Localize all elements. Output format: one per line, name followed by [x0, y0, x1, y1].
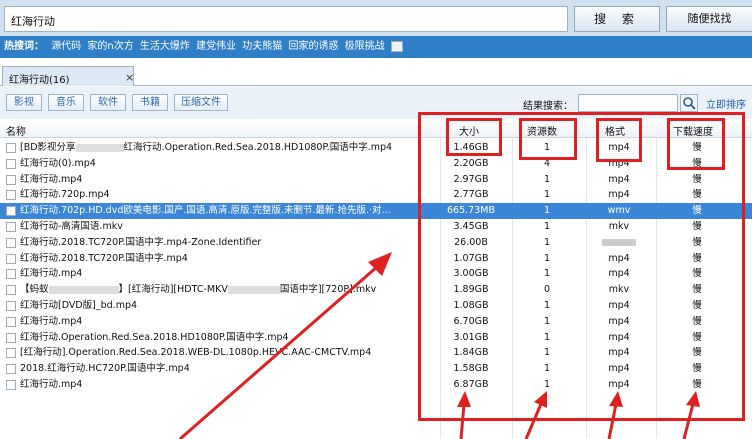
file-name: 红海行动.Operation.Red.Sea.2018.HD1080P.国语中字… [20, 331, 289, 343]
tab-label: 红海行动(16) [9, 75, 70, 86]
row-checkbox[interactable] [6, 348, 16, 359]
file-name: 红海行动.2018.TC720P.国语中字.mp4-Zone.Identifie… [20, 236, 262, 248]
file-name: 红海行动.2018.TC720P.国语中字.mp4 [20, 252, 188, 264]
file-name: 红海行动.mp4 [20, 315, 83, 327]
magnifier-icon[interactable] [680, 94, 698, 112]
tab-strip: 红海行动(16) × [0, 58, 752, 86]
search-button[interactable]: 搜 索 [574, 6, 660, 32]
row-checkbox[interactable] [6, 253, 16, 264]
row-checkbox[interactable] [6, 206, 16, 217]
row-checkbox[interactable] [6, 300, 16, 311]
row-checkbox[interactable] [6, 237, 16, 248]
file-name: 【蚂蚁 】[红海行动][HDTC-MKV 国语中字][720P].mkv [20, 284, 377, 296]
file-name: [红海行动].Operation.Red.Sea.2018.WEB-DL.108… [20, 347, 372, 359]
column-name-header[interactable]: 名称 [6, 123, 26, 138]
filter-music-button[interactable]: 音乐 [48, 94, 84, 111]
row-checkbox[interactable] [6, 285, 16, 296]
file-name: 红海行动.720p.mp4 [20, 189, 110, 201]
hot-words-label: 热搜词： [4, 41, 44, 52]
hot-word[interactable]: 回家的诱惑 [288, 41, 338, 52]
result-search-input[interactable] [578, 94, 678, 112]
result-search-label: 结果搜索： [523, 101, 573, 112]
hot-word[interactable]: 生活大爆炸 [140, 41, 190, 52]
row-checkbox[interactable] [6, 332, 16, 343]
annotation-resources-box [519, 118, 577, 160]
annotation-format-box [596, 118, 642, 162]
file-name: 红海行动.mp4 [20, 378, 83, 390]
file-name: [BD影视分享 红海行动.Operation.Red.Sea.2018.HD108… [20, 142, 393, 153]
row-checkbox[interactable] [6, 221, 16, 232]
file-name: 红海行动-高清国语.mkv [20, 220, 123, 232]
annotation-size-box [446, 118, 502, 156]
file-name: 红海行动.mp4 [20, 173, 83, 185]
grid-icon[interactable] [390, 40, 403, 52]
hot-word[interactable]: 极限挑战 [345, 41, 385, 52]
filter-archive-button[interactable]: 压缩文件 [174, 94, 228, 111]
close-icon[interactable]: × [125, 71, 134, 84]
sort-now-link[interactable]: 立即排序 [706, 96, 746, 111]
row-checkbox[interactable] [6, 316, 16, 327]
row-checkbox[interactable] [6, 143, 16, 153]
row-checkbox[interactable] [6, 190, 16, 201]
filter-video-button[interactable]: 影视 [6, 94, 42, 111]
random-search-button[interactable]: 随便找找 [666, 6, 752, 32]
file-name: 红海行动[DVD版]_bd.mp4 [20, 299, 138, 311]
hot-word[interactable]: 源代码 [51, 41, 81, 52]
annotation-speed-box [667, 118, 725, 170]
row-checkbox[interactable] [6, 174, 16, 185]
hot-word[interactable]: 功夫熊猫 [242, 41, 282, 52]
row-checkbox[interactable] [6, 364, 16, 375]
tab-search-results[interactable]: 红海行动(16) × [2, 66, 134, 86]
hot-word[interactable]: 家的n次方 [87, 41, 133, 52]
file-name: 红海行动.702p.HD.dvd欧美电影.国产.国语.高清.原版.完整版.未删节… [20, 205, 391, 217]
file-name: 红海行动(0).mp4 [20, 157, 96, 169]
file-name: 2018.红海行动.HC720P.国语中字.mp4 [20, 363, 190, 375]
row-checkbox[interactable] [6, 379, 16, 390]
search-input[interactable]: 红海行动 [4, 6, 568, 32]
hot-word[interactable]: 建党伟业 [196, 41, 236, 52]
hot-words-bar: 热搜词： 源代码 家的n次方 生活大爆炸 建党伟业 功夫熊猫 回家的诱惑 极限挑… [0, 36, 752, 58]
filter-books-button[interactable]: 书籍 [132, 94, 168, 111]
search-bar: 红海行动 搜 索 随便找找 [0, 0, 752, 36]
row-checkbox[interactable] [6, 158, 16, 169]
file-name: 红海行动.mp4 [20, 268, 83, 280]
filter-software-button[interactable]: 软件 [90, 94, 126, 111]
row-checkbox[interactable] [6, 269, 16, 280]
